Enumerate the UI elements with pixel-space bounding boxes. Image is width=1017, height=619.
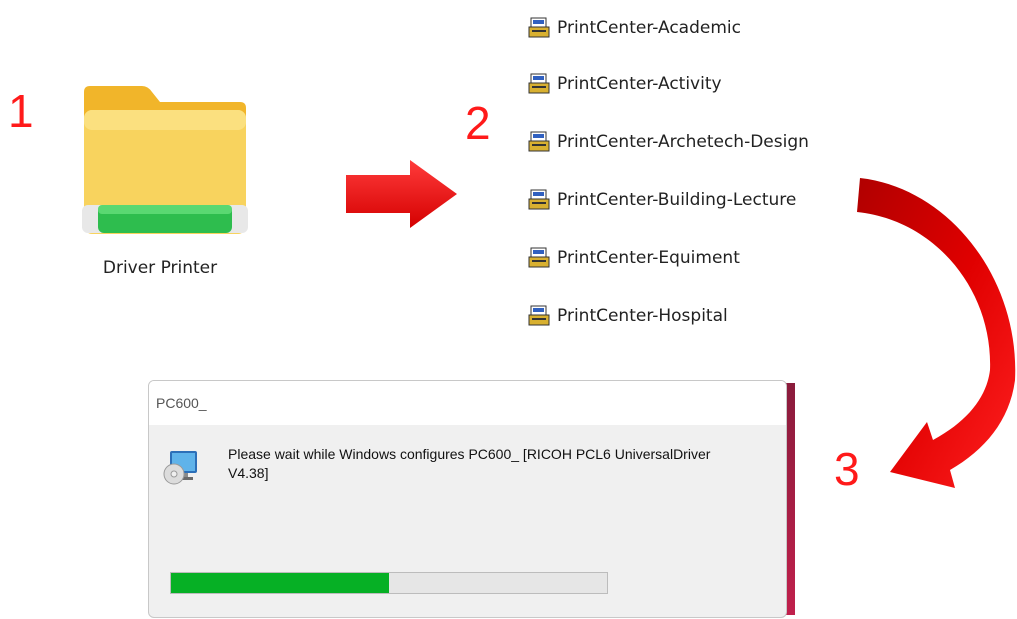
file-label: PrintCenter-Activity xyxy=(557,74,722,94)
printer-setup-icon xyxy=(528,189,550,211)
right-arrow-icon xyxy=(344,158,459,230)
file-label: PrintCenter-Academic xyxy=(557,18,741,38)
folder-icon[interactable] xyxy=(80,84,250,244)
file-label: PrintCenter-Archetech-Design xyxy=(557,132,809,152)
dialog-titlebar[interactable]: PC600_ xyxy=(149,381,786,425)
curved-arrow-icon xyxy=(855,170,1017,530)
dialog-body: Please wait while Windows configures PC6… xyxy=(149,425,786,617)
step-number-2: 2 xyxy=(465,97,491,149)
file-label: PrintCenter-Hospital xyxy=(557,306,728,326)
printer-setup-icon xyxy=(528,73,550,95)
computer-disc-icon xyxy=(163,449,199,485)
printer-setup-icon xyxy=(528,305,550,327)
file-label: PrintCenter-Equiment xyxy=(557,248,740,268)
dialog-message: Please wait while Windows configures PC6… xyxy=(228,446,711,481)
list-item[interactable]: PrintCenter-Building-Lecture xyxy=(528,186,796,214)
folder-label: Driver Printer xyxy=(102,258,218,278)
list-item[interactable]: PrintCenter-Archetech-Design xyxy=(528,128,809,156)
printer-setup-icon xyxy=(528,17,550,39)
list-item[interactable]: PrintCenter-Academic xyxy=(528,14,741,42)
printer-setup-icon xyxy=(528,247,550,269)
list-item[interactable]: PrintCenter-Equiment xyxy=(528,244,740,272)
step-number-1: 1 xyxy=(8,85,34,137)
list-item[interactable]: PrintCenter-Hospital xyxy=(528,302,728,330)
progress-fill xyxy=(171,573,389,593)
dialog-title: PC600_ xyxy=(156,395,207,411)
printer-setup-icon xyxy=(528,131,550,153)
list-item[interactable]: PrintCenter-Activity xyxy=(528,70,722,98)
file-label: PrintCenter-Building-Lecture xyxy=(557,190,797,210)
configure-printer-dialog: PC600_ Please wait while Windows configu… xyxy=(148,380,787,618)
progress-bar xyxy=(170,572,608,594)
